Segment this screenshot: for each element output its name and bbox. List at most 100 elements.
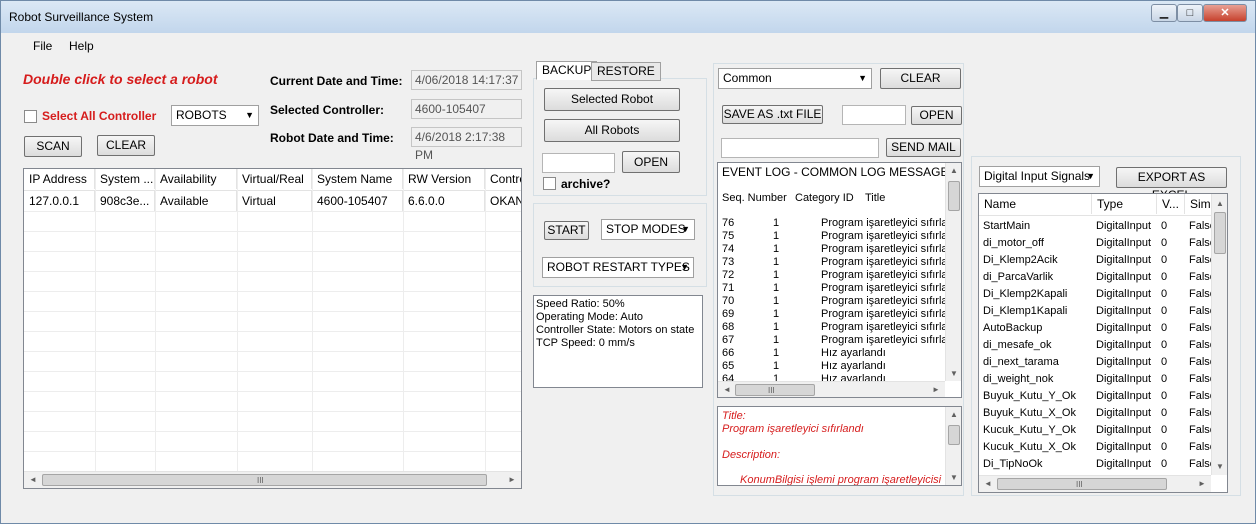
signal-row[interactable]: di_ParcaVarlik DigitalInput 0 False: [979, 269, 1211, 286]
log-path-input[interactable]: [842, 105, 906, 125]
log-row[interactable]: 72 1 Program işaretleyici sıfırlanı: [718, 269, 945, 282]
horizontal-scrollbar[interactable]: ◄ III ►: [24, 471, 521, 488]
scroll-thumb[interactable]: III: [735, 384, 815, 396]
col-ip[interactable]: IP Address: [24, 169, 95, 189]
signal-simulated-cell: False: [1189, 424, 1211, 436]
signal-row[interactable]: Buyuk_Kutu_X_Ok DigitalInput 0 False: [979, 405, 1211, 422]
title-bar[interactable]: Robot Surveillance System ▁ □ ✕: [1, 1, 1255, 33]
event-detail-box[interactable]: Title: Program işaretleyici sıfırlandı D…: [717, 406, 962, 486]
scroll-thumb[interactable]: III: [42, 474, 487, 486]
signal-row[interactable]: Di_Klemp2Acik DigitalInput 0 False: [979, 252, 1211, 269]
scroll-thumb[interactable]: [948, 181, 960, 211]
all-robots-button[interactable]: All Robots: [544, 119, 680, 142]
signal-type-combo[interactable]: Digital Input Signals ▼: [979, 166, 1100, 187]
col-system-name[interactable]: System Name: [312, 169, 403, 189]
scroll-right-icon[interactable]: ►: [932, 385, 940, 394]
signal-row[interactable]: Buyuk_Kutu_Y_Ok DigitalInput 0 False: [979, 388, 1211, 405]
export-excel-button[interactable]: EXPORT AS EXCEL: [1116, 167, 1227, 202]
signals-horizontal-scrollbar[interactable]: ◄ III ►: [979, 475, 1211, 492]
event-log-box[interactable]: EVENT LOG - COMMON LOG MESSAGES Seq. Num…: [717, 162, 962, 398]
signal-simulated-cell: False: [1189, 407, 1211, 419]
stop-modes-combo[interactable]: STOP MODES ▼: [601, 219, 695, 240]
scroll-up-icon[interactable]: ▲: [1216, 199, 1224, 208]
scroll-down-icon[interactable]: ▼: [1216, 462, 1224, 471]
archive-checkbox[interactable]: [543, 177, 556, 190]
close-button[interactable]: ✕: [1203, 4, 1247, 22]
scroll-down-icon[interactable]: ▼: [950, 473, 958, 482]
scroll-left-icon[interactable]: ◄: [723, 385, 731, 394]
maximize-button[interactable]: □: [1177, 4, 1203, 22]
save-txt-button[interactable]: SAVE AS .txt FILE: [722, 105, 823, 124]
signal-row[interactable]: di_motor_off DigitalInput 0 False: [979, 235, 1211, 252]
log-horizontal-scrollbar[interactable]: ◄ III ►: [718, 381, 945, 397]
tab-restore[interactable]: RESTORE: [591, 62, 661, 81]
log-row[interactable]: 65 1 Hız ayarlandı: [718, 360, 945, 373]
start-button[interactable]: START: [544, 221, 589, 240]
signal-row[interactable]: Di_Klemp2Kapali DigitalInput 0 False: [979, 286, 1211, 303]
log-open-button[interactable]: OPEN: [911, 106, 962, 125]
col-value[interactable]: V...: [1157, 194, 1185, 214]
scroll-thumb[interactable]: [1214, 212, 1226, 254]
col-availability[interactable]: Availability: [155, 169, 237, 189]
signal-row[interactable]: StartMain DigitalInput 0 False: [979, 218, 1211, 235]
col-system[interactable]: System ...: [95, 169, 155, 189]
controller-table[interactable]: IP Address System ... Availability Virtu…: [23, 168, 522, 489]
scroll-left-icon[interactable]: ◄: [29, 475, 37, 484]
minimize-button[interactable]: ▁: [1151, 4, 1177, 22]
signals-table[interactable]: Name Type V... Simu StartMain DigitalInpu…: [978, 193, 1228, 493]
select-all-checkbox[interactable]: [24, 110, 37, 123]
log-row[interactable]: 68 1 Program işaretleyici sıfırlanı: [718, 321, 945, 334]
log-row[interactable]: 67 1 Program işaretleyici sıfırlanı: [718, 334, 945, 347]
col-simulated[interactable]: Simu: [1185, 194, 1211, 214]
scroll-thumb[interactable]: III: [997, 478, 1167, 490]
log-row[interactable]: 75 1 Program işaretleyici sıfırlanı: [718, 230, 945, 243]
tab-backup[interactable]: BACKUP: [536, 61, 598, 80]
scroll-right-icon[interactable]: ►: [508, 475, 516, 484]
backup-open-button[interactable]: OPEN: [622, 151, 680, 173]
signal-row[interactable]: AutoBackup DigitalInput 0 False: [979, 320, 1211, 337]
scroll-up-icon[interactable]: ▲: [950, 166, 958, 175]
log-row[interactable]: 76 1 Program işaretleyici sıfırlanı: [718, 217, 945, 230]
selected-robot-button[interactable]: Selected Robot: [544, 88, 680, 111]
signal-row[interactable]: di_weight_nok DigitalInput 0 False: [979, 371, 1211, 388]
col-controller[interactable]: Contro: [485, 169, 521, 189]
log-category-combo[interactable]: Common ▼: [718, 68, 872, 89]
scroll-left-icon[interactable]: ◄: [984, 479, 992, 488]
restart-types-combo[interactable]: ROBOT RESTART TYPES ▼: [542, 257, 694, 278]
col-virtual-real[interactable]: Virtual/Real: [237, 169, 312, 189]
clear-button[interactable]: CLEAR: [97, 135, 155, 156]
menu-help[interactable]: Help: [69, 39, 94, 53]
email-input[interactable]: [721, 138, 879, 158]
send-mail-button[interactable]: SEND MAIL: [886, 138, 961, 157]
robots-combo[interactable]: ROBOTS ▼: [171, 105, 259, 126]
detail-vertical-scrollbar[interactable]: ▲ ▼: [945, 407, 961, 485]
menu-file[interactable]: File: [33, 39, 52, 53]
signal-row[interactable]: Di_Klemp1Kapali DigitalInput 0 False: [979, 303, 1211, 320]
col-name[interactable]: Name: [979, 194, 1092, 214]
signals-vertical-scrollbar[interactable]: ▲ ▼: [1211, 194, 1227, 475]
signal-row[interactable]: Kucuk_Kutu_X_Ok DigitalInput 0 False: [979, 439, 1211, 456]
scroll-up-icon[interactable]: ▲: [950, 410, 958, 419]
robot-status-box[interactable]: Speed Ratio: 50% Operating Mode: Auto Co…: [533, 295, 703, 388]
log-row[interactable]: 74 1 Program işaretleyici sıfırlanı: [718, 243, 945, 256]
log-row[interactable]: 69 1 Program işaretleyici sıfırlanı: [718, 308, 945, 321]
log-row[interactable]: 70 1 Program işaretleyici sıfırlanı: [718, 295, 945, 308]
scroll-down-icon[interactable]: ▼: [950, 369, 958, 378]
col-type[interactable]: Type: [1092, 194, 1157, 214]
table-row[interactable]: 127.0.0.1 908c3e... Available Virtual 46…: [24, 191, 521, 211]
col-rw-version[interactable]: RW Version: [403, 169, 485, 189]
log-vertical-scrollbar[interactable]: ▲ ▼: [945, 163, 961, 381]
signal-row[interactable]: di_mesafe_ok DigitalInput 0 False: [979, 337, 1211, 354]
signal-row[interactable]: di_next_tarama DigitalInput 0 False: [979, 354, 1211, 371]
log-row[interactable]: 71 1 Program işaretleyici sıfırlanı: [718, 282, 945, 295]
signal-row[interactable]: Kucuk_Kutu_Y_Ok DigitalInput 0 False: [979, 422, 1211, 439]
scan-button[interactable]: SCAN: [24, 136, 82, 157]
scroll-thumb[interactable]: [948, 425, 960, 445]
selected-controller-field: 4600-105407: [411, 99, 522, 119]
log-clear-button[interactable]: CLEAR: [880, 68, 961, 89]
backup-path-input[interactable]: [542, 153, 615, 173]
log-row[interactable]: 66 1 Hız ayarlandı: [718, 347, 945, 360]
scroll-right-icon[interactable]: ►: [1198, 479, 1206, 488]
signal-row[interactable]: Di_TipNoOk DigitalInput 0 False: [979, 456, 1211, 473]
log-row[interactable]: 73 1 Program işaretleyici sıfırlanı: [718, 256, 945, 269]
